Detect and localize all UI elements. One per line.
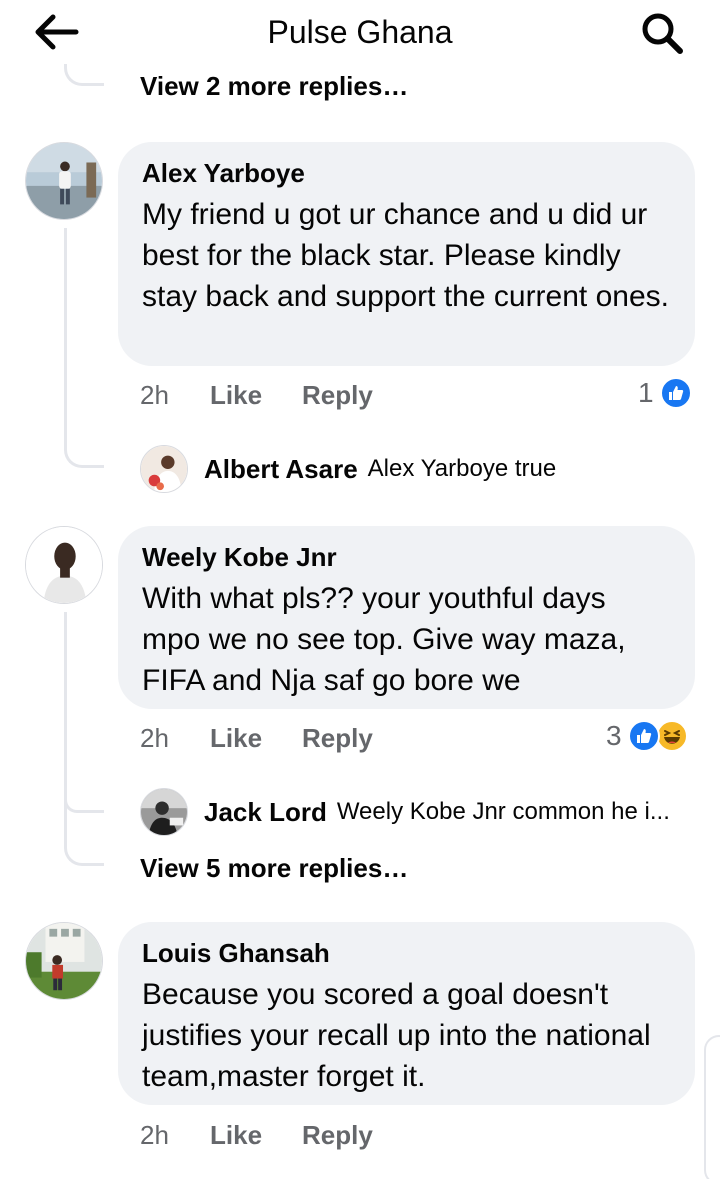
reply-button[interactable]: Reply	[302, 1120, 373, 1151]
view-more-replies-link[interactable]: View 5 more replies…	[140, 850, 408, 886]
comment-text: Because you scored a goal doesn't justif…	[142, 978, 651, 1093]
comment-bubble: Louis Ghansah Because you scored a goal …	[118, 922, 695, 1105]
profile-photo-icon	[26, 143, 102, 219]
thread-connector	[64, 64, 104, 86]
comment-author[interactable]: Louis Ghansah	[142, 938, 671, 968]
comment-text: With what pls?? your youthful days mpo w…	[142, 582, 626, 697]
comment-author[interactable]: Alex Yarboye	[142, 158, 671, 188]
avatar[interactable]	[140, 445, 188, 493]
like-button[interactable]: Like	[210, 1120, 302, 1151]
thread-line	[64, 612, 67, 808]
reply-text: Alex Yarboye true	[367, 455, 557, 482]
comment-bubble: Weely Kobe Jnr With what pls?? your yout…	[118, 526, 695, 709]
reply-text: Weely Kobe Jnr common he i...	[336, 798, 670, 825]
comment-author[interactable]: Weely Kobe Jnr	[142, 542, 671, 572]
avatar[interactable]	[140, 788, 188, 836]
like-button[interactable]: Like	[210, 723, 302, 754]
page-title: Pulse Ghana	[267, 14, 453, 50]
reply-author[interactable]: Jack Lord	[204, 797, 327, 828]
search-button[interactable]	[636, 10, 688, 56]
floating-edge-handle[interactable]	[704, 1035, 720, 1179]
avatar[interactable]	[25, 922, 103, 1000]
reactions-summary[interactable]: 3	[606, 718, 688, 754]
comment-actions: 2h Like Reply	[140, 1117, 373, 1153]
haha-reaction-icon	[655, 720, 688, 752]
like-reaction-icon	[659, 377, 692, 409]
profile-photo-icon	[141, 789, 187, 835]
comment-time: 2h	[140, 379, 169, 410]
reply-button[interactable]: Reply	[302, 723, 373, 754]
reply-item: Jack Lord Weely Kobe Jnr common he i...	[140, 787, 670, 837]
avatar[interactable]	[25, 526, 103, 604]
reply-item: Albert Asare Alex Yarboye true	[140, 444, 556, 494]
like-button[interactable]: Like	[210, 380, 302, 411]
comment-text: My friend u got ur chance and u did ur b…	[142, 198, 669, 313]
view-more-replies-link[interactable]: View 2 more replies…	[140, 68, 408, 104]
reaction-count: 1	[638, 377, 654, 408]
search-icon	[642, 13, 683, 54]
thread-line	[64, 228, 67, 424]
profile-photo-icon	[26, 527, 102, 603]
profile-photo-icon	[26, 923, 102, 999]
top-bar: Pulse Ghana	[0, 0, 720, 64]
reply-button[interactable]: Reply	[302, 380, 373, 411]
thread-connector	[64, 810, 104, 866]
comment-time: 2h	[140, 1119, 169, 1150]
avatar[interactable]	[25, 142, 103, 220]
thread-connector	[64, 420, 104, 468]
comment-actions: 2h Like Reply	[140, 377, 373, 413]
comment-bubble: Alex Yarboye My friend u got ur chance a…	[118, 142, 695, 366]
comment-actions: 2h Like Reply	[140, 720, 373, 756]
reaction-count: 3	[606, 720, 622, 751]
comment-time: 2h	[140, 722, 169, 753]
profile-photo-icon	[141, 446, 187, 492]
reactions-summary[interactable]: 1	[638, 375, 692, 411]
reply-author[interactable]: Albert Asare	[204, 454, 358, 485]
like-reaction-icon	[627, 720, 660, 752]
